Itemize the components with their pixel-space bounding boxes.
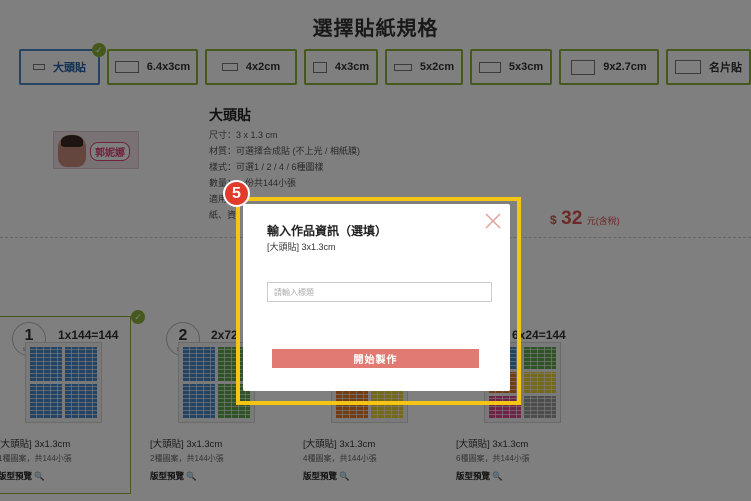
step-number-badge: 5 — [223, 180, 250, 207]
title-input[interactable] — [267, 282, 492, 302]
work-info-dialog: 輸入作品資訊（選填） [大頭貼] 3x1.3cm 開始製作 — [243, 204, 510, 391]
dialog-subtitle: [大頭貼] 3x1.3cm — [267, 242, 336, 252]
close-icon[interactable] — [484, 212, 502, 230]
start-making-button[interactable]: 開始製作 — [272, 349, 479, 368]
dialog-title: 輸入作品資訊（選填） — [267, 224, 388, 238]
